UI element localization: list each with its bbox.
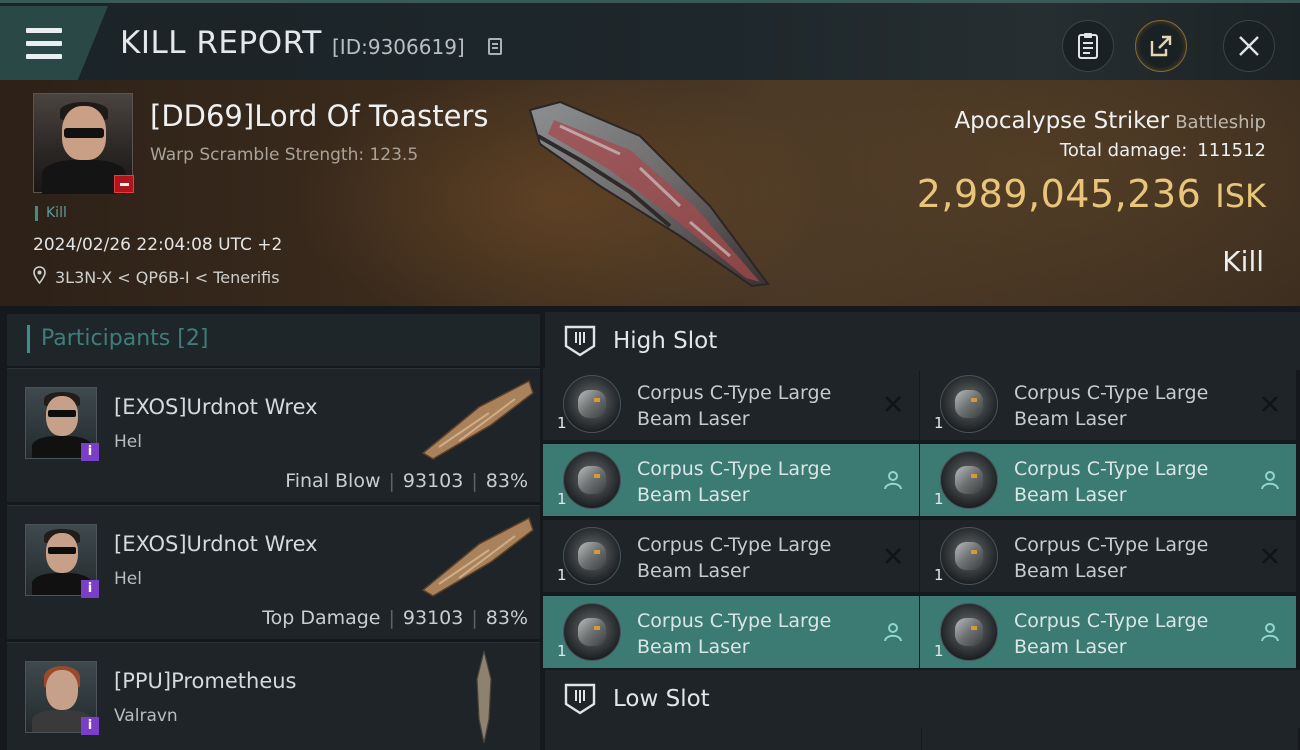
high-slot-module[interactable]: 1 Corpus C-Type Large Beam Laser: [543, 444, 919, 516]
low-slot-module[interactable]: [545, 728, 921, 750]
info-icon[interactable]: i: [81, 717, 99, 735]
module-quantity: 1: [934, 642, 944, 660]
low-slot-module[interactable]: [922, 728, 1298, 750]
clipboard-icon: [1078, 33, 1098, 59]
high-slot-module[interactable]: 1 Corpus C-Type Large Beam Laser: [920, 520, 1296, 592]
high-slot-title: High Slot: [613, 328, 718, 354]
beam-laser-icon: [563, 375, 621, 433]
person-icon: [1260, 470, 1280, 490]
module-name: Corpus C-Type Large Beam Laser: [1014, 458, 1209, 506]
high-slot-module[interactable]: 1 Corpus C-Type Large Beam Laser: [920, 444, 1296, 516]
participant-row[interactable]: i [EXOS]Urdnot Wrex Hel Final Blow | 93103…: [7, 368, 540, 502]
high-slot-module[interactable]: 1 Corpus C-Type Large Beam Laser: [543, 520, 919, 592]
participant-ship-image: [421, 379, 534, 460]
module-quantity: 1: [557, 414, 567, 432]
participant-ship: Valravn: [114, 706, 178, 726]
kill-datetime: 2024/02/26 22:04:08 UTC +2: [33, 235, 283, 255]
beam-laser-icon: [940, 603, 998, 661]
victim-ship-line: Apocalypse Striker Battleship: [954, 108, 1266, 134]
page-title: KILL REPORT: [120, 25, 322, 61]
participant-name: [EXOS]Urdnot Wrex: [114, 395, 318, 419]
isk-unit: ISK: [1215, 177, 1266, 215]
participants-header[interactable]: Participants [2]: [7, 314, 540, 366]
high-slot-header: High Slot: [545, 312, 1300, 370]
high-slot-module[interactable]: 1 Corpus C-Type Large Beam Laser: [543, 596, 919, 668]
module-name: Corpus C-Type Large Beam Laser: [637, 382, 832, 430]
x-icon: [883, 546, 903, 566]
total-damage: Total damage: 111512: [1060, 140, 1266, 161]
high-slot-icon: [564, 325, 596, 357]
module-quantity: 1: [557, 642, 567, 660]
participant-row[interactable]: i [EXOS]Urdnot Wrex Hel Top Damage | 93103…: [7, 505, 540, 639]
low-slot-header: Low Slot: [545, 670, 1300, 728]
x-icon: [1260, 546, 1280, 566]
victim-ship-name[interactable]: Apocalypse Striker: [954, 108, 1169, 134]
participant-ship-image: [476, 650, 492, 744]
module-quantity: 1: [557, 490, 567, 508]
module-name: Corpus C-Type Large Beam Laser: [1014, 534, 1209, 582]
module-name: Corpus C-Type Large Beam Laser: [637, 610, 832, 658]
victim-name[interactable]: [DD69]Lord Of Toasters: [150, 99, 489, 133]
module-quantity: 1: [934, 490, 944, 508]
x-icon: [1260, 394, 1280, 414]
beam-laser-icon: [940, 451, 998, 509]
menu-button[interactable]: [0, 6, 108, 80]
person-icon: [1260, 622, 1280, 642]
participant-stats: Final Blow | 93103 | 83%: [285, 470, 528, 492]
victim-ship-class: Battleship: [1175, 112, 1266, 133]
person-icon: [883, 470, 903, 490]
total-damage-label: Total damage:: [1059, 140, 1188, 161]
high-slot-module[interactable]: 1 Corpus C-Type Large Beam Laser: [920, 368, 1296, 440]
module-name: Corpus C-Type Large Beam Laser: [1014, 382, 1209, 430]
module-name: Corpus C-Type Large Beam Laser: [637, 458, 832, 506]
beam-laser-icon: [563, 451, 621, 509]
participant-ship: Hel: [114, 569, 142, 589]
x-icon: [883, 394, 903, 414]
participants-title: Participants [2]: [41, 326, 209, 351]
isk-value-line: 2,989,045,236 ISK: [917, 172, 1266, 216]
total-damage-value: 111512: [1197, 140, 1266, 161]
kill-location[interactable]: 3L3N-X < QP6B-I < Tenerifis: [55, 268, 280, 287]
module-quantity: 1: [934, 566, 944, 584]
participant-stats: Top Damage | 93103 | 83%: [262, 607, 528, 629]
close-icon: [1239, 36, 1259, 56]
participant-ship: Hel: [114, 432, 142, 452]
copy-icon[interactable]: [488, 38, 502, 55]
info-icon[interactable]: i: [81, 443, 99, 461]
clipboard-button[interactable]: [1062, 20, 1114, 72]
close-button[interactable]: [1223, 20, 1275, 72]
kill-tag: Kill: [35, 206, 67, 221]
info-icon[interactable]: i: [81, 580, 99, 598]
module-quantity: 1: [557, 566, 567, 584]
beam-laser-icon: [563, 527, 621, 585]
result-label: Kill: [1222, 245, 1264, 278]
participant-name: [PPU]Prometheus: [114, 669, 297, 693]
module-name: Corpus C-Type Large Beam Laser: [1014, 610, 1209, 658]
victim-ship-image: [528, 100, 770, 288]
participant-row[interactable]: i [PPU]Prometheus Valravn: [7, 642, 540, 750]
report-id: [ID:9306619]: [332, 35, 465, 59]
module-name: Corpus C-Type Large Beam Laser: [637, 534, 832, 582]
victim-status-badge: [114, 175, 134, 193]
participant-ship-image: [421, 516, 534, 597]
participant-name: [EXOS]Urdnot Wrex: [114, 532, 318, 556]
hamburger-icon: [26, 28, 62, 33]
share-icon: [1150, 35, 1172, 57]
beam-laser-icon: [563, 603, 621, 661]
share-button[interactable]: [1135, 20, 1187, 72]
high-slot-module[interactable]: 1 Corpus C-Type Large Beam Laser: [543, 368, 919, 440]
header-bar: KILL REPORT [ID:9306619]: [0, 0, 1300, 80]
low-slot-title: Low Slot: [613, 686, 710, 712]
person-icon: [883, 622, 903, 642]
beam-laser-icon: [940, 527, 998, 585]
warp-scramble-strength: Warp Scramble Strength: 123.5: [150, 145, 419, 165]
location-pin-icon: [33, 266, 46, 284]
low-slot-icon: [564, 683, 596, 715]
isk-value: 2,989,045,236: [916, 172, 1202, 216]
beam-laser-icon: [940, 375, 998, 433]
module-quantity: 1: [934, 414, 944, 432]
high-slot-module[interactable]: 1 Corpus C-Type Large Beam Laser: [920, 596, 1296, 668]
